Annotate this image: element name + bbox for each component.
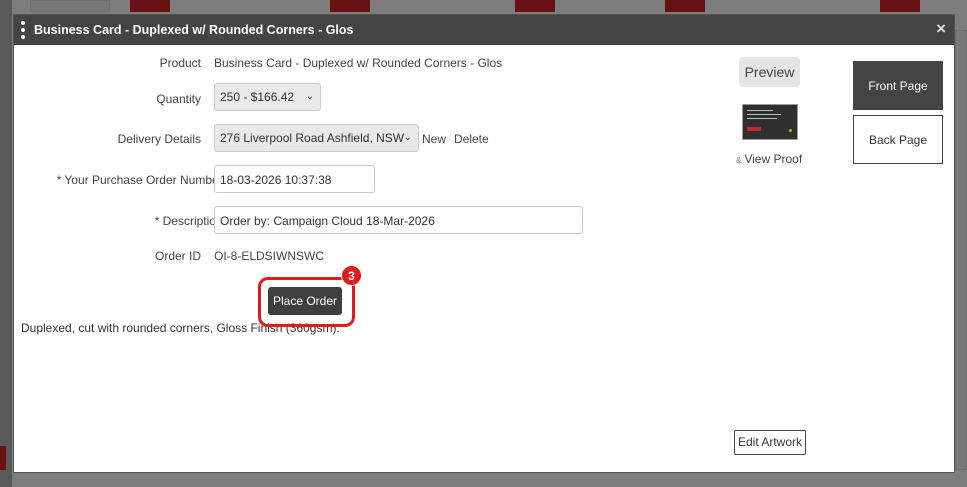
po-number-field[interactable]: 18-03-2026 10:37:38 [214,165,375,193]
new-address-link[interactable]: New [422,132,446,146]
place-order-button[interactable]: Place Order [268,287,342,315]
view-proof-link[interactable]: & View Proof [736,152,802,166]
delivery-label: Delivery Details [117,132,201,146]
delivery-selected-value: 276 Liverpool Road Ashfield, NSW [220,131,405,145]
quantity-label: Quantity [156,92,201,106]
order-id-value: OI-8-ELDSIWNSWC [214,249,325,263]
product-label: Product [159,56,201,70]
delivery-select[interactable]: 276 Liverpool Road Ashfield, NSW ⌄ [214,124,419,152]
drag-handle-icon[interactable] [21,21,25,39]
order-id-label: Order ID [154,249,201,263]
description-field[interactable]: Order by: Campaign Cloud 18-Mar-2026 [214,206,583,234]
card-proof-thumbnail[interactable] [742,104,798,140]
quantity-selected-value: 250 - $166.42 [220,90,295,104]
view-proof-label: View Proof [744,152,803,166]
modal-titlebar[interactable]: Business Card - Duplexed w/ Rounded Corn… [14,15,954,45]
delete-address-link[interactable]: Delete [454,132,489,146]
po-number-label: * Your Purchase Order Number: [56,173,226,187]
modal-title: Business Card - Duplexed w/ Rounded Corn… [34,23,354,37]
product-value: Business Card - Duplexed w/ Rounded Corn… [214,56,503,70]
front-page-button[interactable]: Front Page [853,61,943,110]
chevron-down-icon: ⌄ [305,91,314,102]
back-page-button[interactable]: Back Page [853,115,943,164]
preview-button[interactable]: Preview [739,57,800,87]
proof-icon: & [736,156,742,165]
close-icon[interactable]: × [936,20,946,38]
quantity-select[interactable]: 250 - $166.42 ⌄ [214,83,321,111]
order-modal: Business Card - Duplexed w/ Rounded Corn… [13,14,955,473]
step-badge: 3 [341,265,362,286]
edit-artwork-button[interactable]: Edit Artwork [734,430,806,455]
chevron-down-icon: ⌄ [403,132,412,143]
